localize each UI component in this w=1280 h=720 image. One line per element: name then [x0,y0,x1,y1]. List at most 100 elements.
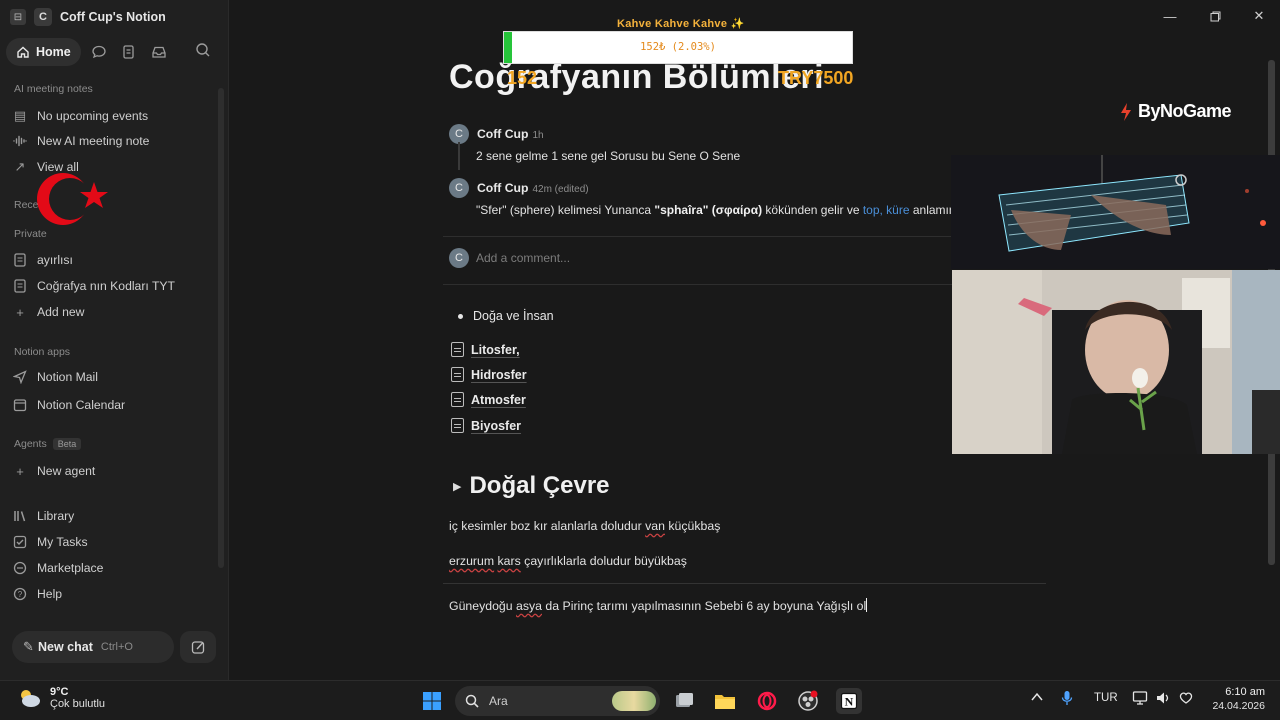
volume-icon[interactable] [1155,690,1171,709]
add-comment-input[interactable]: Add a comment... [476,251,570,265]
inbox-icon[interactable] [147,40,171,64]
calendar-icon [12,397,28,413]
keyboard-camera-feed [951,155,1280,269]
sidebar-item-label: Notion Mail [37,370,98,384]
tray-chevron-icon[interactable] [1031,692,1043,705]
sidebar-item-label: Help [37,587,63,601]
compose-icon [191,640,204,654]
maximize-icon[interactable] [1204,6,1226,26]
bynogame-logo-icon [1121,102,1131,121]
text-part: iç kesimler boz kır alanlarla doludur [449,519,646,533]
taskbar-search[interactable]: Ara [455,686,660,716]
goal-progress-text: 152₺ (2.03%) [640,41,716,53]
workspace-switcher[interactable]: ⊟ C Coff Cup's Notion [10,6,166,28]
bullet-item[interactable]: Doğa ve İnsan [458,309,554,323]
meeting-notes-icon[interactable] [117,40,141,64]
page-link-hidrosfer[interactable]: Hidrosfer [451,367,527,382]
sidebar-item-help[interactable]: ? Help [12,583,62,605]
compose-button[interactable] [180,631,216,663]
apps-section-label: Notion apps [14,346,71,358]
page-link-atmosfer[interactable]: Atmosfer [451,392,526,407]
page-link-label: Atmosfer [471,392,526,407]
paragraph-1[interactable]: iç kesimler boz kır alanlarla doludur va… [449,519,720,533]
sidebar-item-label: ayırlısı [37,253,73,267]
calendar-icon: ▤ [13,108,27,123]
close-icon[interactable]: ✕ [1248,6,1270,26]
chat-bubble-icon[interactable] [87,40,111,64]
comment-text: 2 sene gelme 1 sene gel Sorusu bu Sene O… [476,149,741,163]
sidebar-item-marketplace[interactable]: Marketplace [12,557,103,579]
sidebar-item-label: Notion Calendar [37,398,126,412]
page-link-biyosfer[interactable]: Biyosfer [451,418,521,433]
comment-divider [443,284,953,285]
webcam-feed [952,270,1280,454]
workspace-avatar: C [34,8,52,26]
file-explorer-icon[interactable] [712,688,738,714]
mail-send-icon [12,369,28,385]
sidebar-item-no-upcoming[interactable]: ▤ No upcoming events [12,105,148,127]
sidebar-item-library[interactable]: Library [12,505,74,527]
text-part: çayırlıklarla doludur büyükbaş [520,554,687,568]
paragraph-3[interactable]: Güneydoğu asya da Pirinç tarımı yapılmas… [449,598,868,613]
comment-author[interactable]: Coff Cup 42m (edited) [477,178,589,200]
weather-widget[interactable]: 9°C Çok bulutlu [16,686,105,710]
sidebar: ⊟ C Coff Cup's Notion Home AI meeting no… [0,0,229,680]
network-icon[interactable] [1132,690,1148,709]
home-label: Home [36,45,71,59]
search-highlight-image [612,691,656,711]
toggle-triangle-icon[interactable]: ▶ [453,480,461,493]
home-button[interactable]: Home [6,38,81,66]
comment-author-name: Coff Cup [477,127,529,141]
checkbox-icon [12,534,28,550]
sidebar-item-ayirlisi[interactable]: ayırlısı [12,249,73,271]
windows-start-icon[interactable] [419,688,445,714]
minimize-icon[interactable]: — [1159,6,1181,26]
block-divider [443,583,1046,584]
sidebar-item-cografya[interactable]: Coğrafya nın Kodları TYT [12,275,175,297]
thread-line [458,142,460,170]
comment-link[interactable]: top, küre [863,203,910,217]
task-view-icon[interactable] [671,688,697,714]
sidebar-toggle-icon[interactable]: ⊟ [10,9,26,25]
top-nav: Home [6,38,171,66]
system-clock[interactable]: 6:10 am 24.04.2026 [1205,686,1265,712]
sidebar-item-my-tasks[interactable]: My Tasks [12,531,88,553]
sidebar-item-label: Library [37,509,75,523]
sidebar-scrollbar[interactable] [218,88,224,568]
new-chat-shortcut: Ctrl+O [100,641,133,653]
sidebar-item-add-new[interactable]: + Add new [12,301,84,323]
marketplace-icon [12,560,28,576]
plus-icon: + [16,304,24,320]
avatar: C [449,178,469,198]
svg-text:N: N [845,695,854,709]
notion-icon[interactable]: N [836,688,862,714]
opera-gx-icon[interactable] [754,688,780,714]
page-icon [12,252,28,268]
page-link-litosfer[interactable]: Litosfer, [451,342,520,357]
sidebar-item-new-agent[interactable]: + New agent [12,460,95,482]
language-indicator[interactable]: TUR [1094,692,1118,704]
comment-author[interactable]: Coff Cup 1h [477,124,544,146]
text-part: küçükbaş [664,519,721,533]
obs-studio-icon[interactable] [795,688,821,714]
sidebar-item-label: Marketplace [37,561,104,575]
battery-heart-icon[interactable] [1178,690,1194,709]
comment-author-name: Coff Cup [477,181,529,195]
sidebar-item-notion-calendar[interactable]: Notion Calendar [12,394,125,416]
spellcheck-word: kars [497,554,521,568]
workspace-name: Coff Cup's Notion [60,10,166,24]
weather-temp: 9°C [50,686,69,698]
toggle-heading-text: Doğal Çevre [469,472,610,499]
sidebar-item-new-ai-note[interactable]: New AI meeting note [12,130,149,152]
microphone-icon[interactable] [1061,690,1073,709]
search-icon[interactable] [195,42,211,63]
sponsor-logo: ByNoGame [1118,101,1232,122]
sidebar-item-notion-mail[interactable]: Notion Mail [12,366,98,388]
paragraph-2[interactable]: erzurum kars çayırlıklarla doludur büyük… [449,554,687,568]
sponsor-name: ByNoGame [1138,101,1232,121]
new-chat-button[interactable]: ✎ New chat Ctrl+O [12,631,174,663]
goal-title: Kahve Kahve Kahve ✨ [617,18,745,30]
avatar: C [449,124,469,144]
bullet-text: Doğa ve İnsan [473,309,554,323]
toggle-heading[interactable]: ▶ Doğal Çevre [453,472,610,500]
